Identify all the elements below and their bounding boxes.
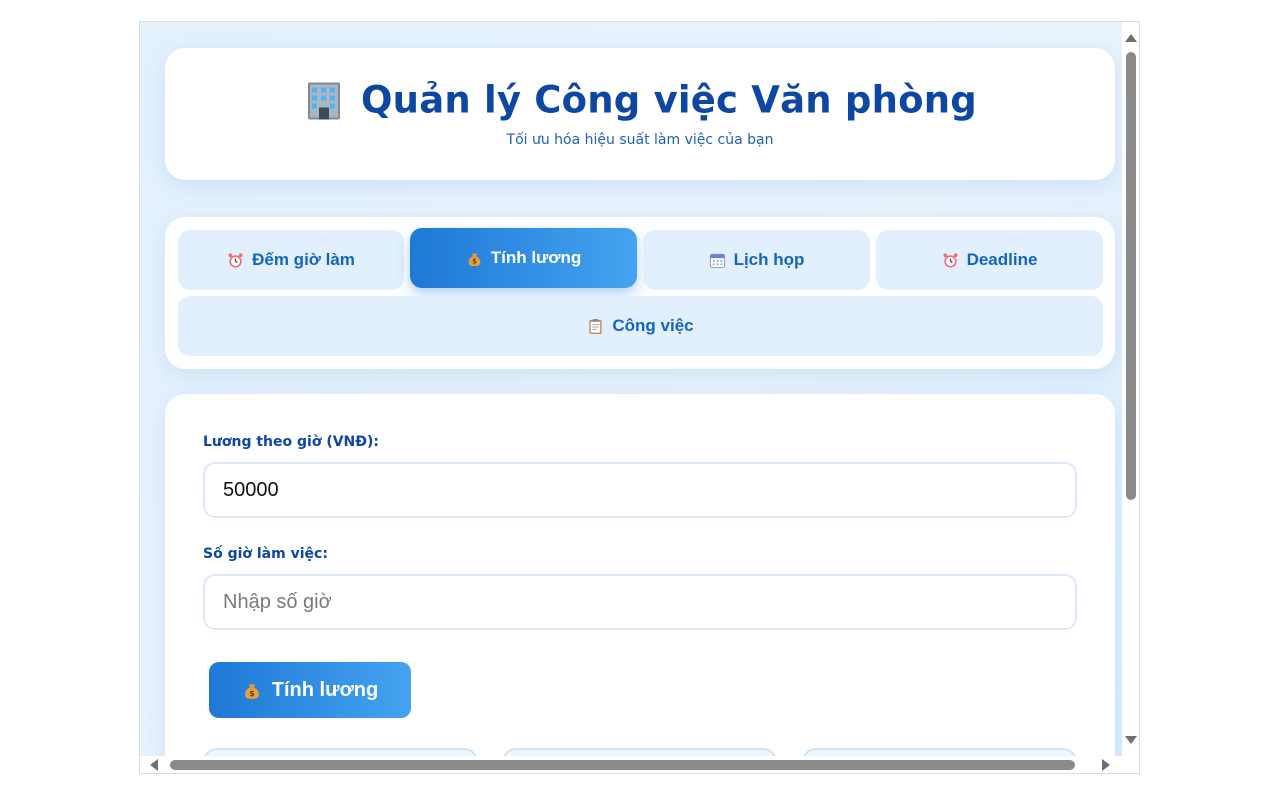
result-box: [203, 748, 478, 756]
browser-frame: Quản lý Công việc Văn phòng Tối ưu hóa h…: [139, 21, 1140, 774]
calculate-salary-button[interactable]: $ Tính lương: [209, 662, 411, 718]
tab-lich-hop[interactable]: Lịch họp: [643, 230, 870, 290]
money-bag-icon: $: [468, 253, 481, 266]
scroll-right-arrow-icon[interactable]: [1102, 759, 1110, 771]
page-title: Quản lý Công việc Văn phòng: [361, 78, 977, 122]
horizontal-scrollbar[interactable]: [140, 756, 1123, 773]
scroll-down-arrow-icon[interactable]: [1125, 736, 1137, 744]
scroll-up-arrow-icon[interactable]: [1125, 34, 1137, 42]
tab-tinh-luong[interactable]: $ Tính lương: [410, 228, 637, 288]
page-viewport: Quản lý Công việc Văn phòng Tối ưu hóa h…: [140, 22, 1122, 756]
alarm-clock-icon: [942, 252, 958, 268]
tab-deadline[interactable]: Deadline: [876, 230, 1103, 290]
page-subtitle: Tối ưu hóa hiệu suất làm việc của bạn: [506, 132, 774, 148]
hourly-wage-input[interactable]: [203, 462, 1077, 518]
calendar-icon: [709, 253, 725, 268]
tab-dem-gio-lam[interactable]: Đếm giờ làm: [178, 230, 404, 290]
office-building-icon: [308, 82, 341, 119]
header-card: Quản lý Công việc Văn phòng Tối ưu hóa h…: [165, 48, 1115, 180]
alarm-clock-icon: [228, 252, 243, 268]
hours-input[interactable]: [203, 574, 1077, 630]
header-title-row: Quản lý Công việc Văn phòng: [165, 79, 1115, 122]
tab-label: Deadline: [966, 250, 1038, 269]
hourly-wage-label: Lương theo giờ (VNĐ):: [203, 434, 380, 450]
svg-text:$: $: [249, 689, 254, 698]
vertical-scroll-thumb[interactable]: [1126, 52, 1136, 500]
money-bag-icon: $: [244, 684, 259, 699]
tab-cong-viec[interactable]: Công việc: [178, 296, 1103, 356]
hours-label: Số giờ làm việc:: [203, 546, 328, 562]
tab-label: Lịch họp: [733, 250, 805, 269]
clipboard-icon: [589, 318, 603, 334]
svg-text:$: $: [472, 257, 477, 265]
tab-label: Công việc: [612, 316, 694, 335]
scrollbar-corner: [1122, 756, 1139, 773]
result-box: [502, 748, 777, 756]
result-box: [802, 748, 1077, 756]
tabs-card: Đếm giờ làm $ Tính lương Lịch họp Deadli…: [165, 217, 1115, 369]
tab-label: Tính lương: [490, 248, 582, 267]
horizontal-scroll-thumb[interactable]: [170, 760, 1075, 770]
tab-label: Đếm giờ làm: [252, 250, 355, 269]
vertical-scrollbar[interactable]: [1122, 22, 1139, 758]
calculate-button-label: Tính lương: [271, 678, 379, 701]
scroll-left-arrow-icon[interactable]: [150, 759, 158, 771]
salary-form-card: Lương theo giờ (VNĐ): Số giờ làm việc: $…: [165, 394, 1115, 756]
